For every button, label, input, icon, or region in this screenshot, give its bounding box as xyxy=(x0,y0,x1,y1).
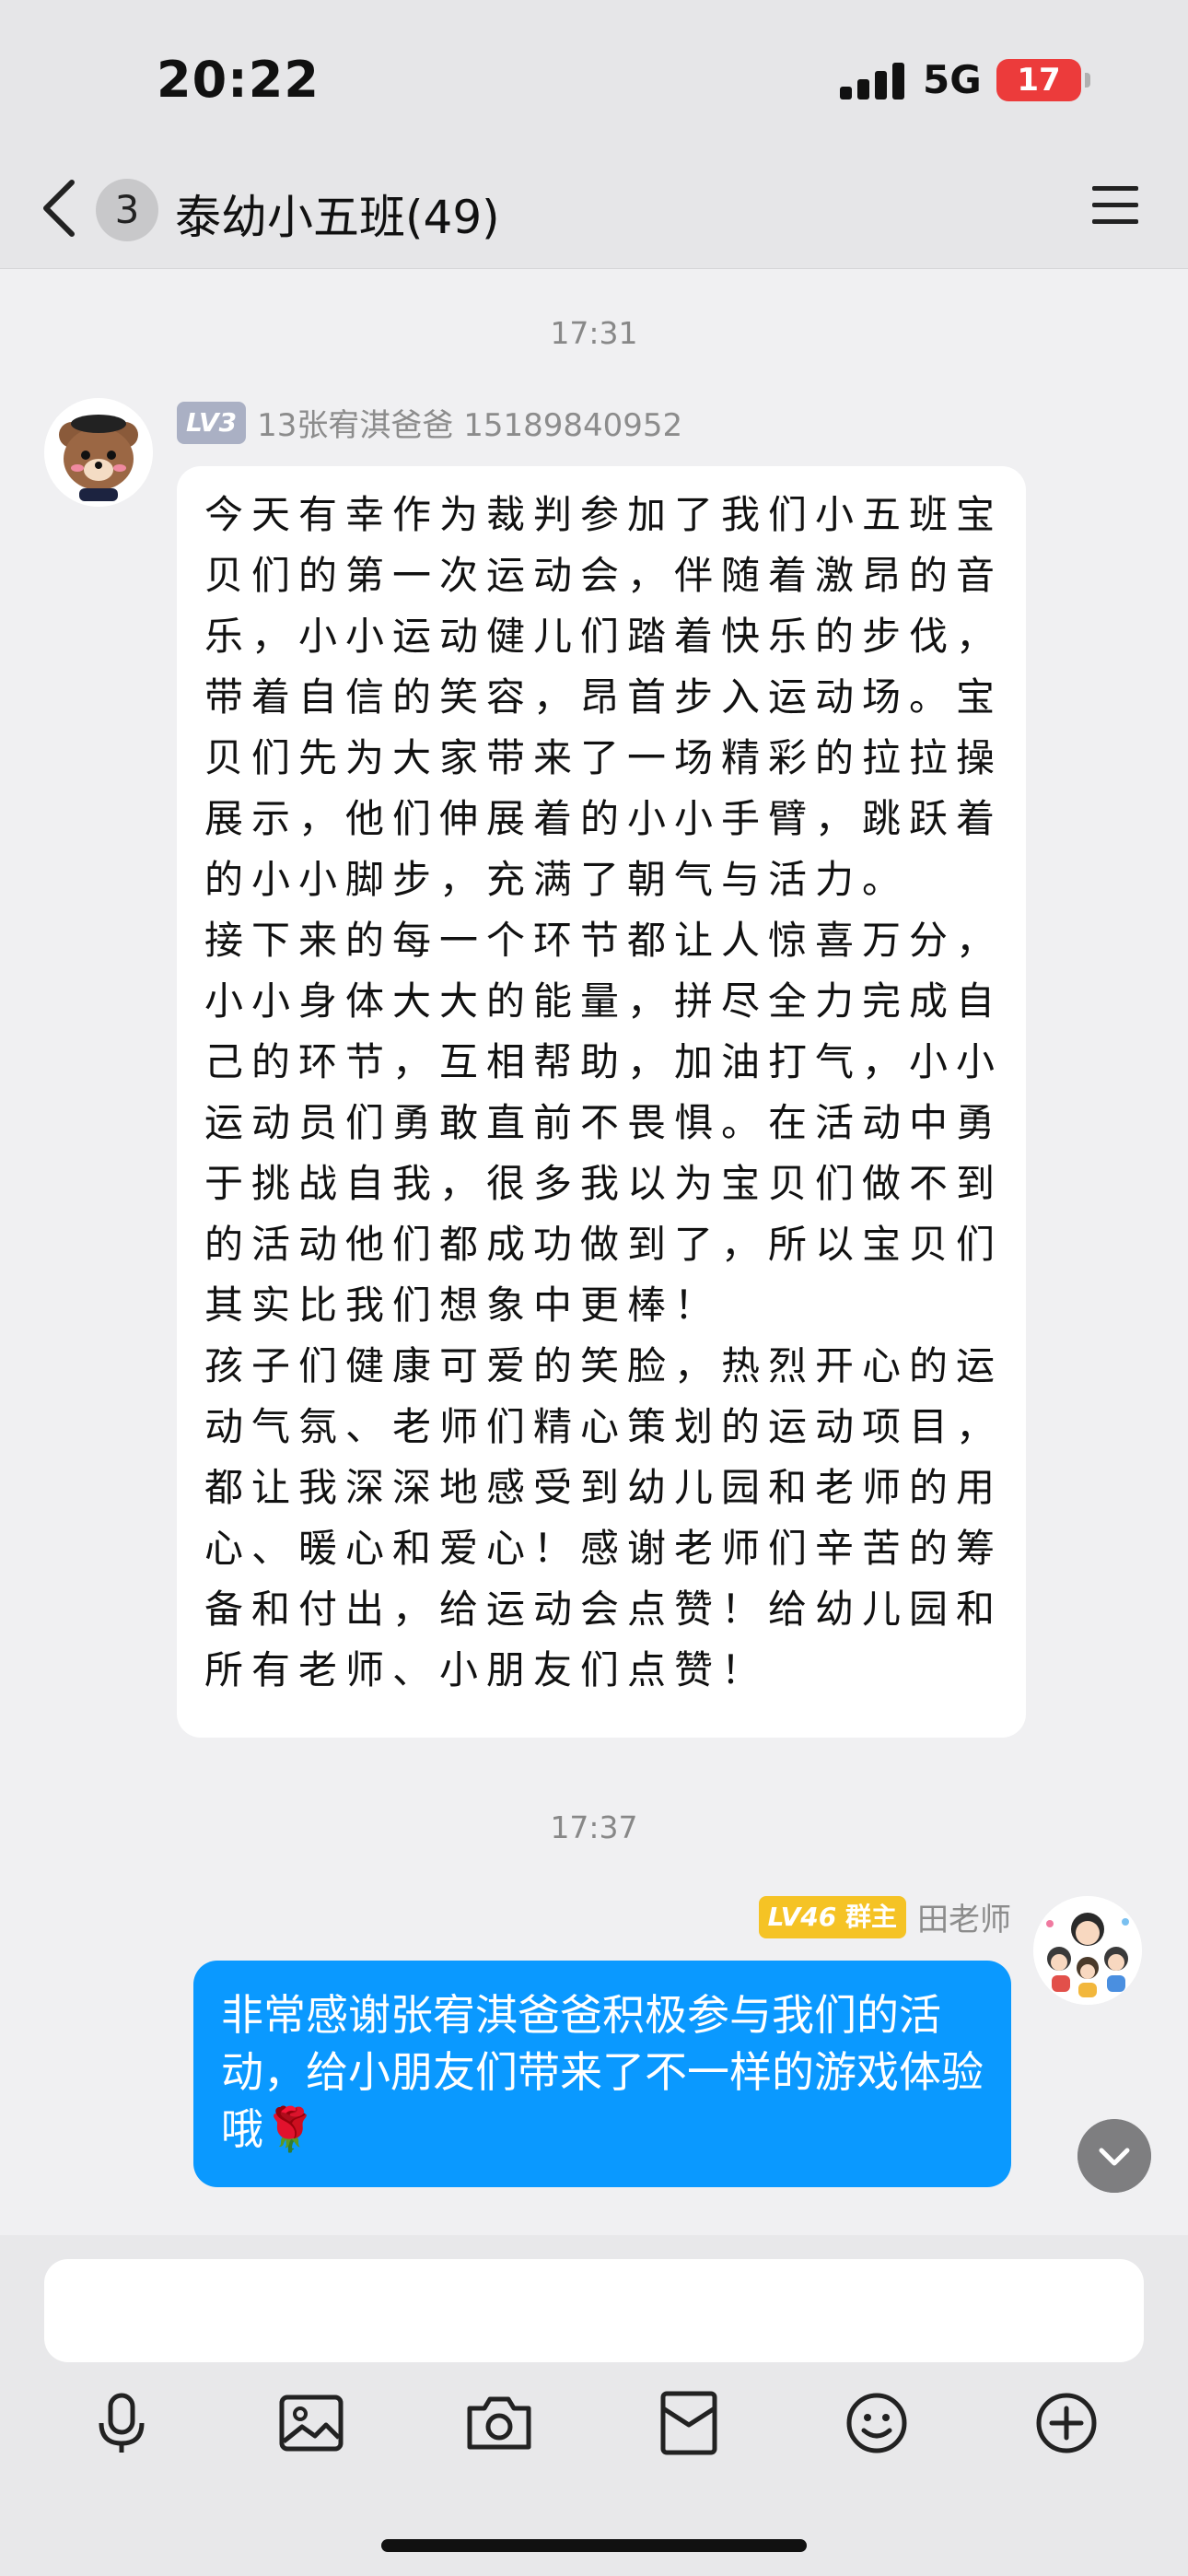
sender-name[interactable]: 13张宥淇爸爸 15189840952 xyxy=(257,400,682,445)
signal-icon xyxy=(840,61,906,100)
menu-icon[interactable] xyxy=(1092,184,1138,227)
sender-info: LV46 群主 田老师 xyxy=(758,1894,1011,1939)
sender-avatar-group[interactable] xyxy=(1033,1896,1142,2005)
sender-name[interactable]: 田老师 xyxy=(917,1894,1011,1939)
home-indicator[interactable] xyxy=(381,2539,807,2552)
chevron-down-icon[interactable] xyxy=(1077,2119,1151,2193)
group-owner-tag: 群主 xyxy=(844,1901,897,1932)
status-time: 20:22 xyxy=(157,51,320,109)
camera-icon[interactable] xyxy=(462,2386,536,2460)
unread-count-badge[interactable]: 3 xyxy=(96,179,158,241)
kids-avatar-icon xyxy=(1033,1896,1142,2005)
plus-icon[interactable] xyxy=(1030,2386,1103,2460)
sender-avatar-bear[interactable] xyxy=(44,398,153,507)
message-timestamp: 17:31 xyxy=(550,315,638,351)
top-bar: 20:22 5G 17 3 泰幼小五班(49) xyxy=(0,0,1188,269)
back-arrow-icon[interactable] xyxy=(37,175,81,241)
bear-avatar-icon xyxy=(44,398,153,507)
sender-info: LV3 13张宥淇爸爸 15189840952 xyxy=(177,400,682,445)
message-timestamp: 17:37 xyxy=(550,1809,638,1845)
battery-icon: 17 xyxy=(996,59,1090,101)
image-icon[interactable] xyxy=(274,2386,348,2460)
level-text: LV46 xyxy=(767,1901,837,1932)
level-badge: LV46 群主 xyxy=(758,1895,906,1938)
chat-title[interactable]: 泰幼小五班(49) xyxy=(175,181,500,247)
message-text: 非常感谢张宥淇爸爸积极参与我们的活动，给小朋友们带来了不一样的游戏体验哦🌹 xyxy=(221,1990,984,2154)
message-bubble-own[interactable]: 非常感谢张宥淇爸爸积极参与我们的活动，给小朋友们带来了不一样的游戏体验哦🌹 xyxy=(193,1961,1011,2187)
red-packet-icon[interactable] xyxy=(652,2386,726,2460)
message-text: 今天有幸作为裁判参加了我们小五班宝贝们的第一次运动会，伴随着激昂的音乐，小小运动… xyxy=(204,492,1004,1692)
level-badge: LV3 xyxy=(177,401,247,444)
message-input[interactable] xyxy=(44,2259,1144,2362)
message-bubble[interactable]: 今天有幸作为裁判参加了我们小五班宝贝们的第一次运动会，伴随着激昂的音乐，小小运动… xyxy=(177,466,1026,1738)
emoji-icon[interactable] xyxy=(840,2386,914,2460)
network-label: 5G xyxy=(923,57,982,102)
microphone-icon[interactable] xyxy=(85,2386,158,2460)
